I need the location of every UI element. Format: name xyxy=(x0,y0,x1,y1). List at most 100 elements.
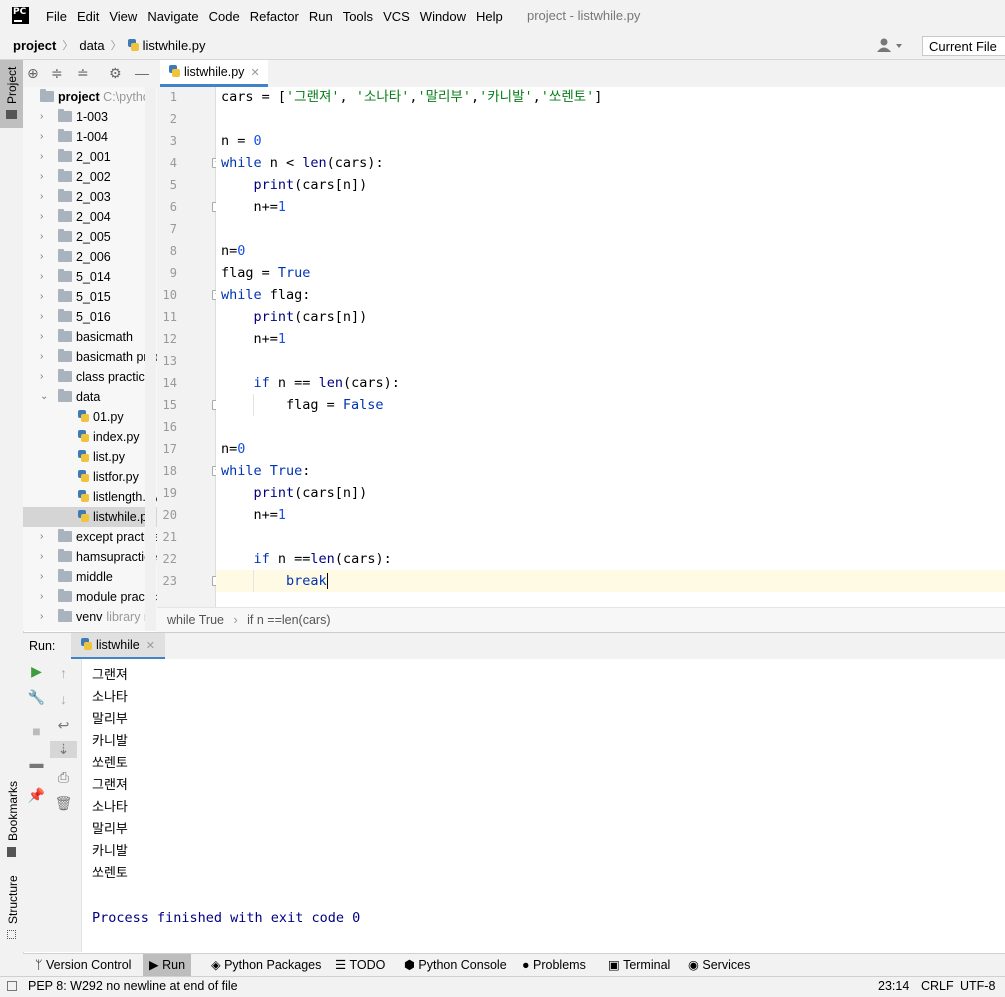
tree-file-item[interactable]: listfor.py xyxy=(23,467,157,487)
run-tab-listwhile[interactable]: listwhile ✕ xyxy=(71,633,165,660)
tool-tab-python-console[interactable]: ⬢ Python Console xyxy=(404,954,507,977)
code-line[interactable]: if n ==len(cars): xyxy=(221,548,392,570)
code-line[interactable]: print(cars[n]) xyxy=(221,174,368,196)
editor-tab-listwhile[interactable]: listwhile.py ✕ xyxy=(160,60,268,87)
tool-tab-project[interactable]: Project xyxy=(0,60,23,128)
code-line[interactable]: while flag: xyxy=(221,284,310,306)
code-line[interactable]: n+=1 xyxy=(221,504,287,526)
rerun-icon[interactable]: ▶ xyxy=(23,663,50,680)
chevron-right-icon[interactable]: › xyxy=(40,287,48,307)
arrow-up-icon[interactable]: ↑ xyxy=(50,665,77,681)
chevron-right-icon[interactable]: › xyxy=(40,587,48,607)
tree-folder-item[interactable]: › 5_014 xyxy=(23,267,157,287)
tool-tab-python-packages[interactable]: ◈ Python Packages xyxy=(211,954,321,977)
tree-folder-item[interactable]: › basicmath xyxy=(23,327,157,347)
expand-all-icon[interactable]: ≑ xyxy=(51,65,63,82)
code-line[interactable]: flag = False xyxy=(221,394,384,416)
chevron-right-icon[interactable]: › xyxy=(40,547,48,567)
tree-folder-item[interactable]: › 2_005 xyxy=(23,227,157,247)
code-line[interactable]: n=0 xyxy=(221,438,245,460)
soft-wrap-icon[interactable]: ↩ xyxy=(50,717,77,734)
code-line[interactable]: if n == len(cars): xyxy=(221,372,400,394)
tree-file-item[interactable]: listwhile.py xyxy=(23,507,157,527)
code-line[interactable]: while n < len(cars): xyxy=(221,152,384,174)
tree-folder-item[interactable]: › 1-004 xyxy=(23,127,157,147)
tree-folder-item[interactable]: › class practice xyxy=(23,367,157,387)
code-line[interactable]: while True: xyxy=(221,460,310,482)
tree-folder-item[interactable]: › venv library ro xyxy=(23,607,157,627)
code-line[interactable]: print(cars[n]) xyxy=(221,306,368,328)
menu-edit[interactable]: Edit xyxy=(77,9,99,24)
caret-position[interactable]: 23:14 xyxy=(878,977,909,996)
tree-file-item[interactable]: listlength.py xyxy=(23,487,157,507)
tool-tab-terminal[interactable]: ▣ Terminal xyxy=(608,954,670,977)
tree-folder-item[interactable]: ⌄ data xyxy=(23,387,157,407)
code-line[interactable]: print(cars[n]) xyxy=(221,482,368,504)
stop-icon[interactable]: ■ xyxy=(23,723,50,739)
tool-tab-bookmarks[interactable]: Bookmarks xyxy=(0,777,23,861)
tree-folder-item[interactable]: › 2_004 xyxy=(23,207,157,227)
menu-navigate[interactable]: Navigate xyxy=(147,9,198,24)
layout-icon[interactable]: ▬ xyxy=(23,755,50,771)
arrow-down-icon[interactable]: ↓ xyxy=(50,691,77,707)
user-account-button[interactable] xyxy=(876,38,904,53)
file-encoding[interactable]: UTF-8 xyxy=(960,977,995,996)
chevron-right-icon[interactable]: › xyxy=(40,267,48,287)
menu-code[interactable]: Code xyxy=(209,9,240,24)
tree-folder-item[interactable]: › 2_001 xyxy=(23,147,157,167)
code-line[interactable]: break xyxy=(221,570,328,592)
tree-folder-item[interactable]: › 2_003 xyxy=(23,187,157,207)
menu-file[interactable]: File xyxy=(46,9,67,24)
menu-window[interactable]: Window xyxy=(420,9,466,24)
chevron-down-icon[interactable]: ⌄ xyxy=(40,387,48,407)
wrench-icon[interactable]: 🔧 xyxy=(23,689,50,706)
status-message[interactable]: PEP 8: W292 no newline at end of file xyxy=(28,977,238,996)
menu-tools[interactable]: Tools xyxy=(343,9,373,24)
run-configuration-select[interactable]: Current File xyxy=(922,36,1005,56)
tree-folder-item[interactable]: › 2_006 xyxy=(23,247,157,267)
chevron-right-icon[interactable]: › xyxy=(40,367,48,387)
chevron-right-icon[interactable]: › xyxy=(40,147,48,167)
tool-tab-services[interactable]: ◉ Services xyxy=(688,954,750,977)
menu-help[interactable]: Help xyxy=(476,9,503,24)
chevron-right-icon[interactable]: › xyxy=(40,167,48,187)
menu-view[interactable]: View xyxy=(109,9,137,24)
menu-refactor[interactable]: Refactor xyxy=(250,9,299,24)
line-separator[interactable]: CRLF xyxy=(921,977,954,996)
tool-tab-todo[interactable]: ☰ TODO xyxy=(335,954,385,977)
run-console[interactable]: 그랜져 소나타 말리부 카니발 쏘렌토 그랜져 소나타 말리부 카니발 쏘렌토 Process fi… xyxy=(82,659,1005,952)
tree-folder-item[interactable]: › 2_002 xyxy=(23,167,157,187)
tree-file-item[interactable]: 01.py xyxy=(23,407,157,427)
chevron-right-icon[interactable]: › xyxy=(40,607,48,627)
hide-icon[interactable]: — xyxy=(135,65,149,81)
chevron-right-icon[interactable]: › xyxy=(40,347,48,367)
tree-folder-item[interactable]: › middle xyxy=(23,567,157,587)
chevron-right-icon[interactable]: › xyxy=(40,527,48,547)
close-icon[interactable]: ✕ xyxy=(250,67,259,79)
tree-folder-item[interactable]: › basicmath prac xyxy=(23,347,157,367)
close-icon[interactable]: ✕ xyxy=(146,640,155,652)
tree-folder-item[interactable]: › module practic xyxy=(23,587,157,607)
code-line[interactable]: n+=1 xyxy=(221,328,287,350)
locate-icon[interactable]: ⊕ xyxy=(27,65,39,82)
breadcrumb-file[interactable]: listwhile.py xyxy=(143,38,206,53)
collapse-all-icon[interactable]: ≐ xyxy=(77,65,89,82)
print-icon[interactable]: ⎙ xyxy=(50,769,77,786)
code-line[interactable]: flag = True xyxy=(221,262,310,284)
tree-root[interactable]: ⌄ project C:\pytho xyxy=(23,87,157,107)
tree-scrollbar[interactable] xyxy=(145,87,156,631)
editor-breadcrumb-item[interactable]: if n ==len(cars) xyxy=(247,613,330,627)
gear-icon[interactable]: ⚙ xyxy=(109,65,122,82)
tree-folder-item[interactable]: › except practice xyxy=(23,527,157,547)
chevron-right-icon[interactable]: › xyxy=(40,247,48,267)
tool-tab-structure[interactable]: Structure xyxy=(0,873,23,943)
breadcrumb-folder[interactable]: data xyxy=(79,38,104,53)
tree-file-item[interactable]: list.py xyxy=(23,447,157,467)
code-line[interactable]: cars = ['그랜져', '소나타','말리부','카니발','쏘렌토'] xyxy=(221,87,602,108)
menu-vcs[interactable]: VCS xyxy=(383,9,410,24)
chevron-right-icon[interactable]: › xyxy=(40,107,48,127)
scroll-to-end-icon[interactable]: ⇣ xyxy=(50,741,77,758)
chevron-right-icon[interactable]: › xyxy=(40,567,48,587)
code-editor[interactable]: cars = ['그랜져', '소나타','말리부','카니발','쏘렌토'] n… xyxy=(216,87,1005,607)
menu-run[interactable]: Run xyxy=(309,9,333,24)
